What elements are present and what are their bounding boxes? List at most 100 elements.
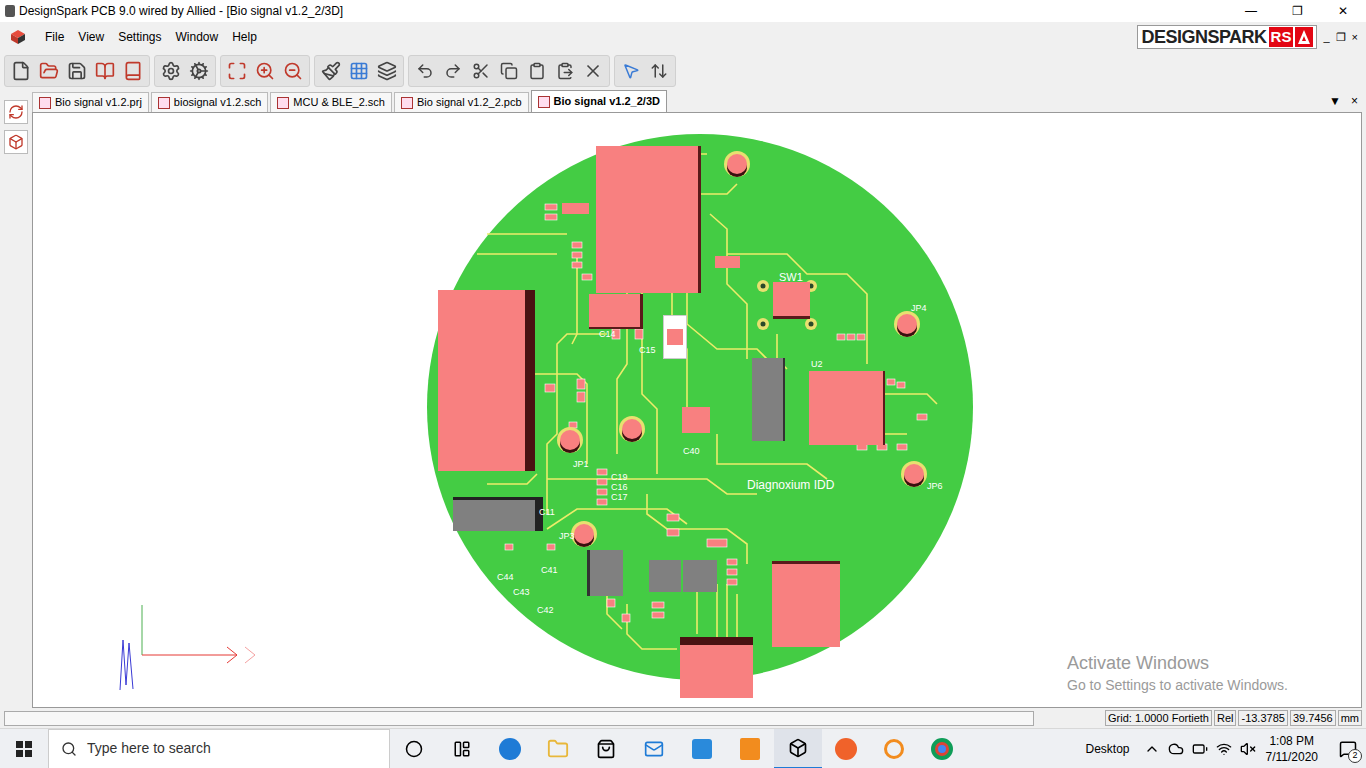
document-tab[interactable]: Bio signal v1.2_2.pcb (394, 92, 529, 112)
led[interactable] (663, 315, 687, 359)
wifi-icon[interactable] (1216, 741, 1232, 757)
tab-control[interactable]: × (1351, 92, 1358, 110)
settings-icon[interactable] (158, 58, 184, 84)
onedrive-icon[interactable] (1168, 741, 1184, 757)
delete-icon[interactable] (580, 58, 606, 84)
inductor-a[interactable] (649, 560, 681, 592)
clipboard-icon[interactable] (524, 58, 550, 84)
redo-icon[interactable] (440, 58, 466, 84)
regulator[interactable] (589, 294, 643, 329)
mail-button[interactable] (630, 739, 678, 759)
tab-icon (538, 96, 550, 108)
battery-holder[interactable] (438, 290, 535, 471)
menu-item[interactable]: View (71, 28, 111, 46)
coord-mode: Rel (1214, 710, 1237, 726)
refresh-icon (8, 104, 24, 120)
tray-chevron-icon[interactable] (1144, 741, 1160, 757)
app-menu-icon[interactable] (10, 29, 26, 45)
mdi-control[interactable]: ❐ (1336, 29, 1346, 46)
task-view-button[interactable] (438, 740, 486, 758)
refresh-button[interactable] (4, 100, 28, 124)
inductor-b[interactable] (683, 560, 717, 592)
store-button[interactable] (582, 739, 630, 759)
mcu-module[interactable] (596, 146, 701, 293)
document-tab[interactable]: Bio signal v1.2_2/3D (531, 90, 667, 112)
capacitor[interactable] (715, 256, 740, 268)
silkscreen-label: U2 (811, 360, 823, 369)
undo-icon[interactable] (412, 58, 438, 84)
document-tab[interactable]: biosignal v1.2.sch (151, 92, 268, 112)
mdi-control[interactable]: × (1352, 29, 1358, 46)
notification-button[interactable]: 2 (1330, 729, 1366, 768)
library-icon[interactable] (120, 58, 146, 84)
new-icon[interactable] (8, 58, 34, 84)
window-control[interactable]: ❐ (1274, 0, 1320, 22)
desktop-toolbar[interactable]: Desktop (1085, 740, 1129, 758)
app-button-2[interactable] (870, 739, 918, 759)
cut-icon[interactable] (468, 58, 494, 84)
sw1-switch[interactable] (773, 282, 810, 319)
connector[interactable] (772, 561, 840, 647)
save-icon[interactable] (64, 58, 90, 84)
amp-chip[interactable] (587, 550, 623, 596)
mdi-control[interactable]: _ (1323, 29, 1329, 46)
tab-bar: Bio signal v1.2.prjbiosignal v1.2.schMCU… (32, 90, 1362, 112)
silkscreen-label: C41 (541, 566, 558, 575)
ic-chip[interactable] (752, 358, 785, 441)
search-box[interactable]: Type here to search (48, 729, 390, 768)
y-coordinate: 39.7456 (1290, 710, 1336, 726)
swap-icon[interactable] (646, 58, 672, 84)
grid-icon[interactable] (346, 58, 372, 84)
window-control[interactable]: ✕ (1320, 0, 1366, 22)
app-window: DesignSpark PCB 9.0 wired by Allied - [B… (0, 0, 1366, 768)
paste-icon[interactable] (552, 58, 578, 84)
sensor-chip[interactable] (682, 407, 710, 433)
volume-icon[interactable] (1240, 741, 1256, 757)
book-icon[interactable] (92, 58, 118, 84)
window-control[interactable]: — (1228, 0, 1274, 22)
pointer-icon[interactable] (618, 58, 644, 84)
fit-icon[interactable] (224, 58, 250, 84)
tab-control[interactable]: ▼ (1329, 92, 1341, 110)
edge-button[interactable] (486, 738, 534, 760)
vscode-icon (692, 739, 712, 759)
resistor[interactable] (562, 203, 589, 214)
cortana-button[interactable] (390, 740, 438, 758)
pdf-icon (740, 738, 760, 760)
silkscreen-label: C42 (537, 606, 554, 615)
start-button[interactable] (0, 729, 48, 768)
battery-icon[interactable] (1192, 741, 1208, 757)
zoom-in-icon[interactable] (252, 58, 278, 84)
menu-item[interactable]: File (38, 28, 71, 46)
pcb-board[interactable]: SW1C14C15C40C19C16C17C11C41C44C43C42JP1J… (427, 134, 973, 680)
cube-icon (8, 134, 24, 150)
chrome-button[interactable] (918, 738, 966, 760)
zoom-out-icon[interactable] (280, 58, 306, 84)
tab-icon (39, 97, 51, 109)
axis-indicator-icon (115, 605, 295, 700)
designspark-icon (788, 738, 808, 758)
view-group (220, 55, 310, 87)
clock[interactable]: 1:08 PM7/11/2020 (1266, 733, 1319, 765)
menu-item[interactable]: Help (225, 28, 264, 46)
explorer-button[interactable] (534, 738, 582, 760)
menu-item[interactable]: Settings (111, 28, 168, 46)
menu-item[interactable]: Window (169, 28, 226, 46)
u2-chip[interactable] (809, 371, 885, 445)
layers-icon[interactable] (374, 58, 400, 84)
document-tab[interactable]: Bio signal v1.2.prj (32, 92, 149, 112)
designspark-button[interactable] (774, 729, 822, 768)
silkscreen-label: JP3 (559, 532, 575, 541)
vscode-button[interactable] (678, 739, 726, 759)
copy-icon[interactable] (496, 58, 522, 84)
document-tab[interactable]: MCU & BLE_2.sch (270, 92, 392, 112)
usb-connector[interactable] (680, 637, 753, 698)
paint-icon[interactable] (318, 58, 344, 84)
3d-canvas[interactable]: SW1C14C15C40C19C16C17C11C41C44C43C42JP1J… (32, 112, 1362, 708)
3d-view-button[interactable] (4, 130, 28, 154)
open-icon[interactable] (36, 58, 62, 84)
app-button[interactable] (822, 738, 870, 760)
jp1-header[interactable] (453, 497, 543, 531)
pdf-button[interactable] (726, 738, 774, 760)
cog-icon[interactable] (186, 58, 212, 84)
